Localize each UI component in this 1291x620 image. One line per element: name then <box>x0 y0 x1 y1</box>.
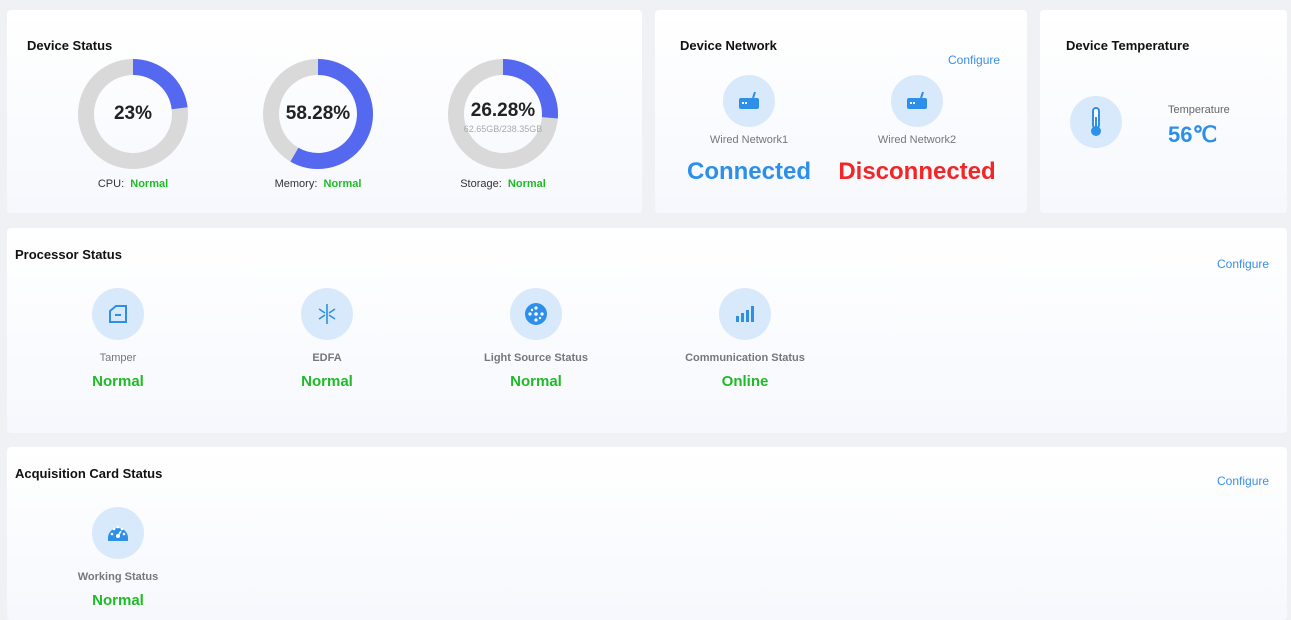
router-icon <box>907 92 927 109</box>
thermometer-icon-circle <box>1070 96 1122 148</box>
memory-gauge: 58.28% <box>262 58 374 170</box>
device-network-card: Device Network Configure Wired Network1 … <box>655 10 1027 213</box>
card-title: Processor Status <box>15 247 122 262</box>
tamper-icon <box>109 305 127 323</box>
acquisition-card-status-card: Acquisition Card Status Configure Workin… <box>7 447 1287 620</box>
communication-label: Communication Status <box>685 352 805 364</box>
memory-label: Memory: Normal <box>252 178 384 190</box>
cpu-gauge: 23% <box>77 58 189 170</box>
tamper-label: Tamper <box>99 352 137 364</box>
temperature-value: 56℃ <box>1168 122 1218 147</box>
wired-network1-status: Connected <box>686 158 811 185</box>
processor-configure-link[interactable]: Configure <box>1217 257 1269 271</box>
router-icon <box>739 92 759 109</box>
card-title: Device Temperature <box>1066 38 1190 53</box>
storage-percent: 26.28% <box>470 100 536 121</box>
communication-icon-circle <box>719 288 771 340</box>
edfa-value: Normal <box>301 373 353 390</box>
wired-network2-status: Disconnected <box>838 158 996 185</box>
storage-detail: 62.65GB/238.35GB <box>463 124 543 134</box>
network-configure-link[interactable]: Configure <box>948 53 1000 67</box>
gauge-icon <box>108 525 128 541</box>
memory-label-text: Memory: <box>274 178 318 190</box>
light-source-icon <box>525 303 547 325</box>
wired-network2-icon-circle <box>891 75 943 127</box>
wired-network1-label: Wired Network1 <box>709 134 789 146</box>
storage-gauge: 26.28% 62.65GB/238.35GB <box>447 58 559 170</box>
cpu-status: Normal <box>130 178 169 190</box>
light-source-value: Normal <box>510 373 562 390</box>
wired-network1-icon-circle <box>723 75 775 127</box>
storage-label: Storage: Normal <box>437 178 569 190</box>
cpu-percent: 23% <box>113 103 153 124</box>
device-temperature-card: Device Temperature Temperature 56℃ <box>1040 10 1287 213</box>
light-source-label: Light Source Status <box>484 352 588 364</box>
cpu-label-text: CPU: <box>97 178 125 190</box>
acquisition-configure-link[interactable]: Configure <box>1217 474 1269 488</box>
working-status-icon-circle <box>92 507 144 559</box>
cpu-label: CPU: Normal <box>77 178 189 190</box>
storage-label-text: Storage: <box>460 178 502 190</box>
storage-status: Normal <box>507 178 546 190</box>
edfa-icon <box>318 304 336 324</box>
working-status-value: Normal <box>92 592 144 609</box>
device-status-card: Device Status 23% CPU: Normal 58.28% Mem… <box>7 10 642 213</box>
processor-status-card: Processor Status Configure Tamper Normal… <box>7 228 1287 433</box>
light-source-icon-circle <box>510 288 562 340</box>
thermometer-icon <box>1091 107 1101 136</box>
temperature-label: Temperature <box>1168 104 1230 116</box>
communication-value: Online <box>721 373 769 390</box>
signal-bars-icon <box>736 306 754 322</box>
edfa-icon-circle <box>301 288 353 340</box>
tamper-icon-circle <box>92 288 144 340</box>
card-title: Device Network <box>680 38 777 53</box>
memory-percent: 58.28% <box>285 103 351 124</box>
memory-status: Normal <box>323 178 362 190</box>
working-status-label: Working Status <box>77 571 159 583</box>
wired-network2-label: Wired Network2 <box>877 134 957 146</box>
card-title: Acquisition Card Status <box>15 466 163 481</box>
card-title: Device Status <box>27 38 113 53</box>
edfa-label: EDFA <box>312 352 342 364</box>
tamper-value: Normal <box>92 373 144 390</box>
